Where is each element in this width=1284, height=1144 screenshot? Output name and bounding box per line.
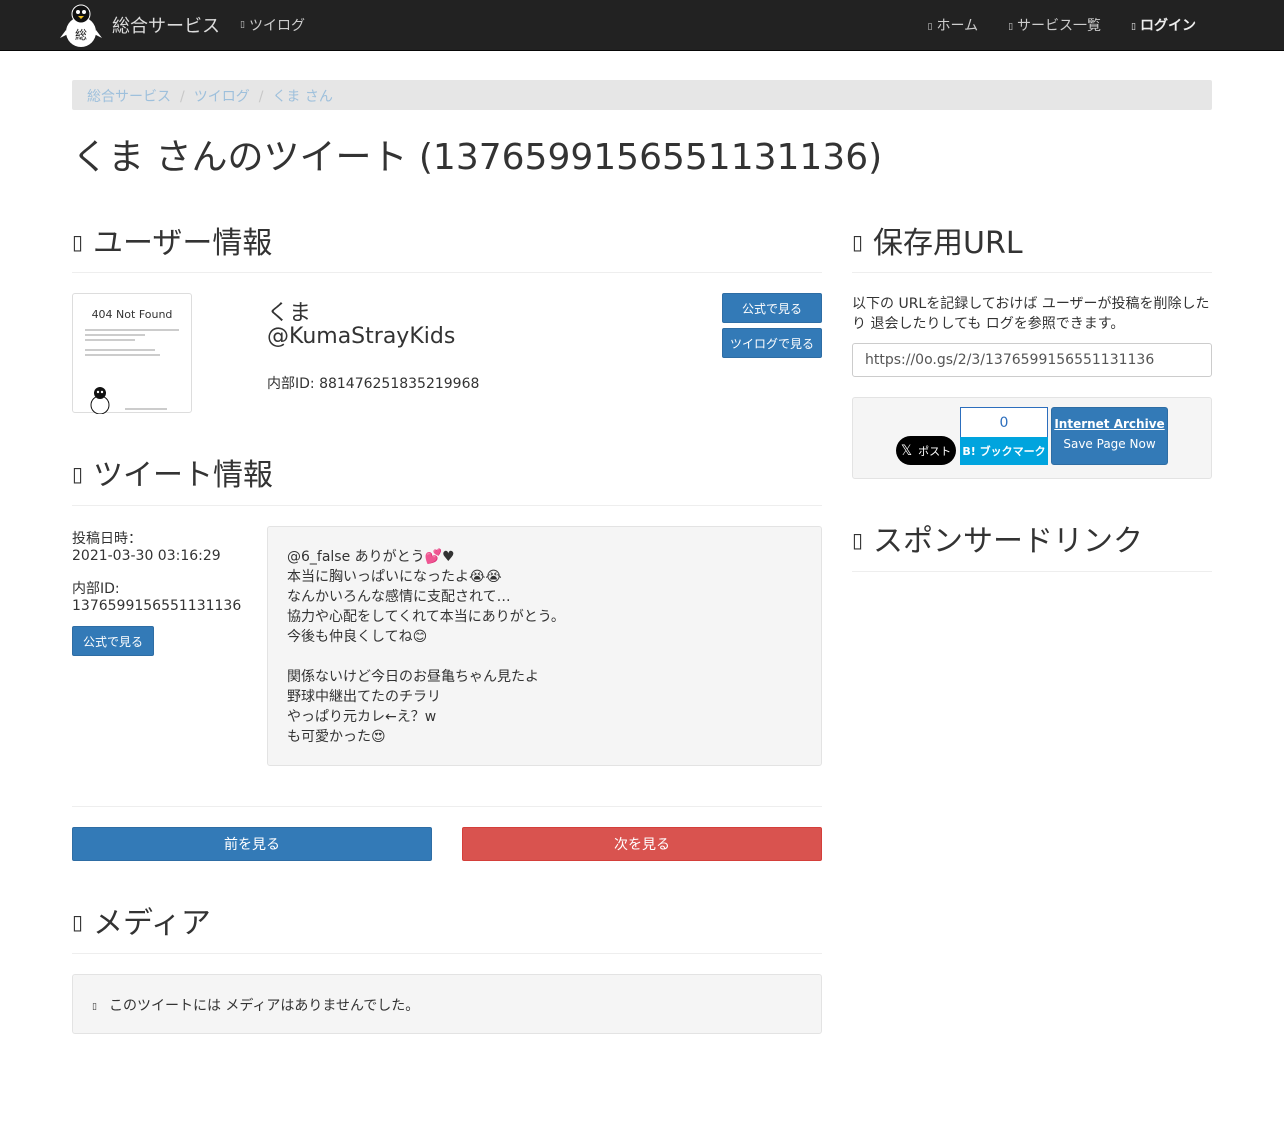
user-internal-id: 内部ID: 881476251835219968 (267, 376, 480, 392)
svg-text:総: 総 (75, 28, 87, 42)
tweet-id-label: 内部ID: (72, 581, 120, 597)
media-empty-text: このツイートには メディアはありませんでした。 (108, 998, 420, 1014)
user-name: くま (267, 301, 312, 326)
sponsor-heading-text: スポンサードリンク (873, 524, 1144, 559)
tweet-info-heading-text: ツイート情報 (93, 458, 274, 493)
divider (72, 272, 822, 273)
picture-icon: ▯ (72, 910, 84, 934)
internet-archive-button[interactable]: Internet Archive Save Page Now (1051, 407, 1168, 465)
breadcrumb: 総合サービス / ツイログ / くま さん (72, 80, 1212, 110)
media-empty-message: ▯ このツイートには メディアはありませんでした。 (92, 995, 419, 1015)
nav-home[interactable]: ▯ ホーム (928, 15, 979, 35)
sponsor-heading: ▯ スポンサードリンク (852, 516, 1143, 560)
avatar-text-line (85, 329, 179, 331)
hatena-bookmark-button[interactable]: B! ブックマーク (960, 437, 1048, 465)
avatar-text-line (85, 339, 135, 341)
save-url-heading-text: 保存用URL (873, 226, 1023, 261)
user-info-heading-text: ユーザー情報 (93, 226, 273, 261)
nav-twilog[interactable]: ▯ ツイログ (240, 0, 305, 50)
prev-button[interactable]: 前を見る (72, 827, 432, 861)
breadcrumb-item-user[interactable]: くま さん (272, 89, 332, 105)
info-icon: ▯ (92, 1002, 97, 1012)
breadcrumb-item-twilog[interactable]: ツイログ (194, 89, 250, 105)
link-icon: ▯ (852, 528, 864, 552)
list-icon: ▯ (1008, 22, 1014, 32)
tweet-info-heading: ▯ ツイート情報 (72, 450, 273, 494)
divider (852, 272, 1212, 273)
next-button[interactable]: 次を見る (462, 827, 822, 861)
avatar-placeholder: 404 Not Found (77, 308, 187, 418)
login-icon: ▯ (1131, 22, 1136, 32)
breadcrumb-separator: / (180, 89, 185, 105)
twitter-icon: ▯ (240, 20, 245, 30)
breadcrumb-separator: / (258, 89, 264, 105)
tweet-id-value: 1376599156551131136 (72, 598, 242, 614)
home-icon: ▯ (927, 22, 933, 32)
nav-login-label: ログイン (1140, 18, 1196, 34)
nav-right-links: ▯ ホーム ▯ サービス一覧 ▯ ログイン (898, 0, 1196, 50)
hatena-count: 0 (960, 407, 1048, 438)
x-post-button[interactable]: 𝕏 ポスト (896, 436, 956, 465)
user-icon: ▯ (72, 230, 84, 254)
brand-link[interactable]: 総 総合サービス (60, 0, 220, 50)
nav-login[interactable]: ▯ ログイン (1131, 15, 1196, 35)
user-official-button[interactable]: 公式で見る (722, 293, 822, 323)
save-url-description: 以下の URLを記録しておけば ユーザーが投稿を削除したり 退会したりしても ロ… (852, 296, 1210, 332)
x-logo-icon: 𝕏 (900, 442, 913, 459)
posted-value: 2021-03-30 03:16:29 (72, 548, 221, 564)
avatar-404-text: 404 Not Found (91, 308, 173, 321)
save-icon: ▯ (852, 230, 864, 254)
tweet-text: @6_false ありがとう💕♥ 本当に胸いっぱいになったよ😭😭 なんかいろんな… (287, 549, 565, 745)
divider (72, 953, 822, 954)
breadcrumb-item-home[interactable]: 総合サービス (87, 89, 171, 105)
nav-services-label: サービス一覧 (1017, 18, 1102, 34)
save-url-input[interactable] (852, 343, 1212, 377)
user-info-heading: ▯ ユーザー情報 (72, 218, 272, 262)
avatar-text-line (85, 354, 160, 356)
nav-services[interactable]: ▯ サービス一覧 (1008, 15, 1101, 35)
avatar-footer-line (125, 408, 167, 410)
media-heading: ▯ メディア (72, 898, 211, 942)
nav-twilog-label: ツイログ (248, 18, 305, 34)
ia-subtitle: Save Page Now (1063, 437, 1156, 451)
divider (72, 806, 822, 807)
avatar-text-line (85, 349, 155, 351)
avatar: 404 Not Found (72, 293, 192, 414)
posted-label: 投稿日時： (72, 531, 142, 547)
avatar-text-line (85, 334, 145, 336)
tweet-official-button[interactable]: 公式で見る (72, 626, 154, 656)
brand-text: 総合サービス (112, 16, 220, 37)
navbar: 総 総合サービス ▯ ツイログ ▯ ホーム ▯ サービス一覧 ▯ ログイン (0, 0, 1284, 51)
save-url-heading: ▯ 保存用URL (852, 218, 1023, 262)
divider (72, 505, 822, 506)
user-twilog-button[interactable]: ツイログで見る (722, 328, 822, 358)
media-heading-text: メディア (93, 906, 211, 941)
x-post-label: ポスト (918, 444, 952, 458)
penguin-icon (90, 387, 110, 414)
ia-title: Internet Archive (1054, 417, 1165, 431)
info-icon: ▯ (72, 462, 84, 486)
penguin-logo-icon: 総 (60, 4, 102, 47)
divider (852, 571, 1212, 572)
nav-home-label: ホーム (936, 18, 979, 34)
user-handle: @KumaStrayKids (267, 324, 456, 349)
page-title: くま さんのツイート (1376599156551131136) (72, 137, 883, 178)
